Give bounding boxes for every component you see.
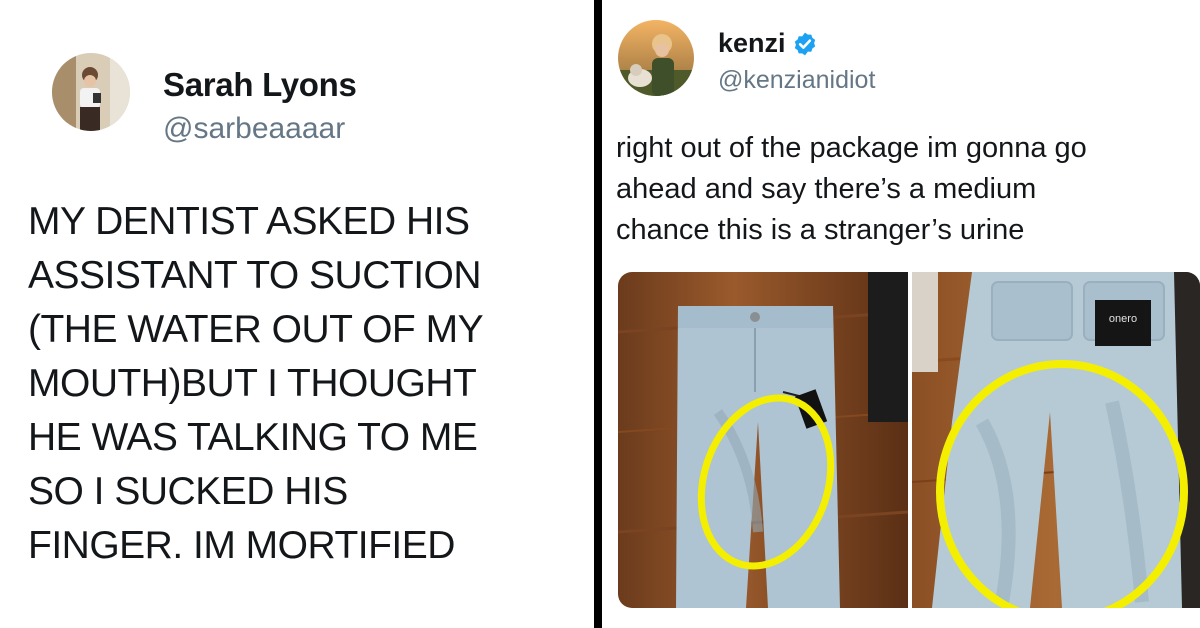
- tweet-photo-jeans-front[interactable]: [618, 272, 908, 608]
- jeans-back-photo-icon: onero: [912, 272, 1200, 608]
- display-name[interactable]: Sarah Lyons: [163, 66, 357, 104]
- tweet-text: right out of the package im gonna go ahe…: [616, 132, 1087, 246]
- username-handle[interactable]: @kenzianidiot: [718, 66, 875, 95]
- jeans-front-photo-icon: [618, 272, 908, 608]
- tweet-card-kenzi: kenzi @kenzianidiot right out of the pac…: [602, 0, 1200, 628]
- avatar[interactable]: [618, 20, 694, 96]
- profile-photo-icon: [618, 20, 694, 96]
- divider: [594, 0, 602, 628]
- display-name-text[interactable]: kenzi: [718, 28, 786, 59]
- verified-badge-icon: [794, 32, 815, 55]
- avatar[interactable]: [52, 53, 130, 131]
- display-name[interactable]: kenzi: [718, 28, 818, 59]
- profile-photo-icon: [52, 53, 130, 131]
- tweet-card-sarah: Sarah Lyons @sarbeaaaar MY DENTIST ASKED…: [0, 0, 594, 628]
- brand-tag-label: onero: [1109, 313, 1137, 325]
- username-handle[interactable]: @sarbeaaaar: [163, 112, 345, 146]
- tweet-photo-jeans-back[interactable]: onero: [912, 272, 1200, 608]
- tweet-text: MY DENTIST ASKED HIS ASSISTANT TO SUCTIO…: [28, 200, 484, 567]
